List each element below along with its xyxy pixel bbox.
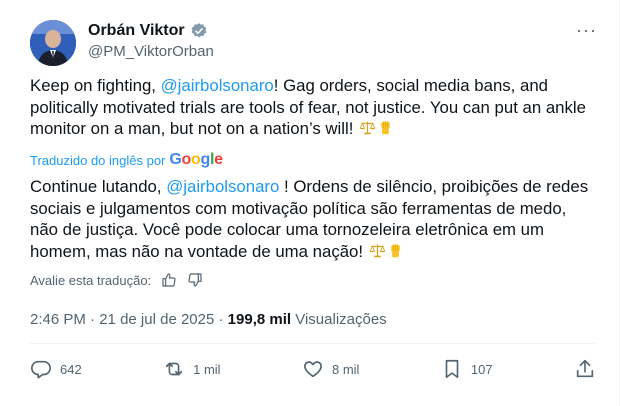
tweet-card: Orbán Viktor @PM_ViktorOrban ··· Keep on… xyxy=(0,0,620,406)
reply-count: 642 xyxy=(60,361,82,377)
tweet-date[interactable]: 21 de jul de 2025 xyxy=(99,311,214,328)
bookmark-icon xyxy=(445,359,459,379)
tweet-time[interactable]: 2:46 PM xyxy=(30,311,86,328)
reply-icon xyxy=(31,360,51,379)
like-button[interactable]: 8 mil xyxy=(302,358,359,380)
bookmark-count: 107 xyxy=(470,361,493,377)
translated-text-part: Continue lutando, xyxy=(30,177,167,196)
divider xyxy=(30,343,595,344)
tweet-meta: 2:46 PM · 21 de jul de 2025 · 199,8 mil … xyxy=(30,311,387,328)
share-icon xyxy=(576,359,594,378)
tweet-text-part: Keep on fighting, xyxy=(30,76,161,95)
view-count[interactable]: 199,8 mil xyxy=(228,311,291,328)
rate-translation-row: Avalie esta tradução: xyxy=(30,272,203,288)
meta-separator: · xyxy=(85,311,100,328)
repost-icon xyxy=(165,362,183,376)
translated-text: Continue lutando, @jairbolsonaro ! Orden… xyxy=(30,176,598,262)
thumbs-down-icon[interactable] xyxy=(187,272,203,288)
like-count: 8 mil xyxy=(332,361,360,377)
like-icon xyxy=(304,361,322,378)
meta-separator: · xyxy=(214,311,228,328)
author-handle[interactable]: @PM_ViktorOrban xyxy=(88,43,214,60)
mention-link[interactable]: @jairbolsonaro xyxy=(161,76,274,95)
google-logo: Google xyxy=(169,151,223,168)
more-options-icon[interactable]: ··· xyxy=(576,20,597,41)
repost-count: 1 mil xyxy=(193,361,221,377)
author-name[interactable]: Orbán Viktor xyxy=(88,22,185,40)
views-label: Visualizações xyxy=(291,311,387,328)
repost-button[interactable]: 1 mil xyxy=(163,358,221,380)
thumbs-up-icon[interactable] xyxy=(161,272,177,288)
action-bar: 642 1 mil 8 mil 107 xyxy=(30,358,596,380)
raised-fist-icon xyxy=(377,119,394,136)
bookmark-button[interactable]: 107 xyxy=(441,358,493,380)
balance-scale-icon xyxy=(359,119,376,136)
raised-fist-icon xyxy=(387,242,404,259)
translation-attribution: Traduzido do inglês por Google xyxy=(30,151,223,169)
avatar[interactable] xyxy=(30,20,76,66)
verified-badge-icon xyxy=(190,22,208,40)
translated-mention-link[interactable]: @jairbolsonaro xyxy=(166,177,279,196)
reply-button[interactable]: 642 xyxy=(30,358,82,380)
rate-translation-label: Avalie esta tradução: xyxy=(30,272,152,288)
translated-by-label[interactable]: Traduzido do inglês por xyxy=(30,153,165,168)
balance-scale-icon xyxy=(369,242,386,259)
author-row: Orbán Viktor xyxy=(88,22,208,40)
tweet-text: Keep on fighting, @jairbolsonaro! Gag or… xyxy=(30,75,598,140)
share-button[interactable] xyxy=(574,358,596,380)
